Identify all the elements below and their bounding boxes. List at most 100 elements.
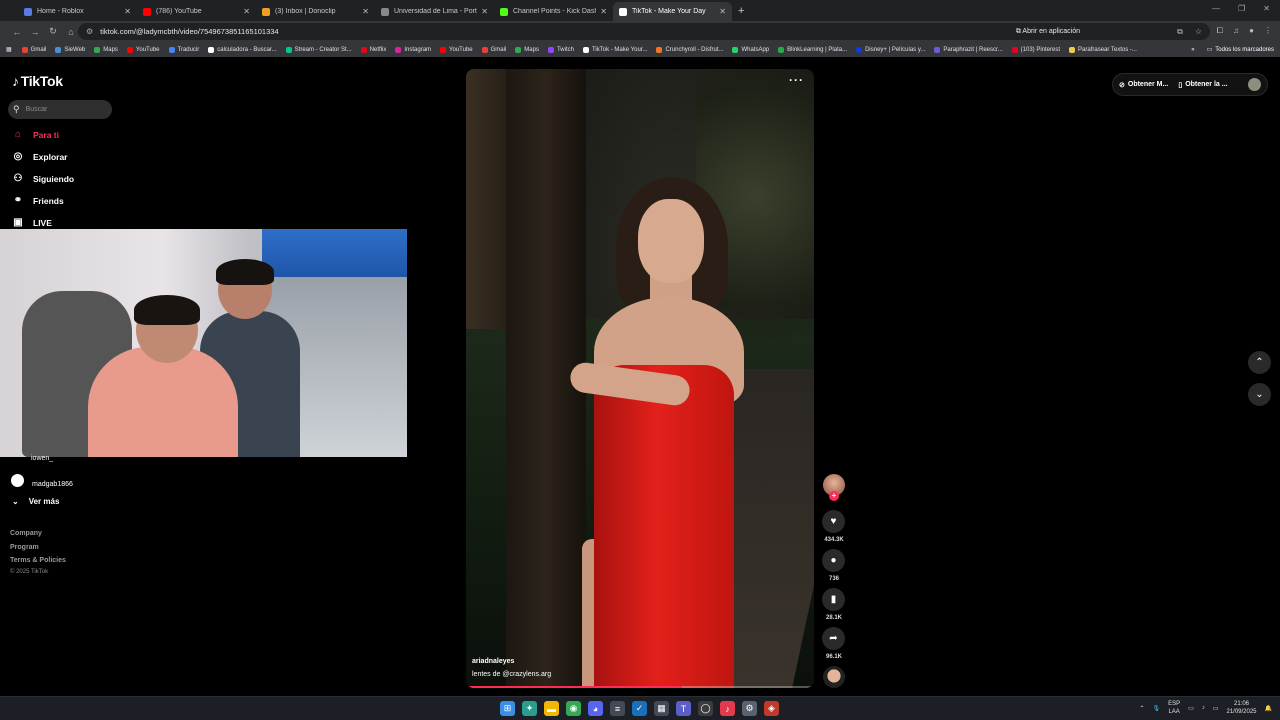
clock[interactable]: 21:06 21/09/2025 — [1226, 700, 1256, 716]
bookmark-item[interactable]: Netflix — [360, 46, 386, 53]
back-icon[interactable]: ← — [8, 27, 26, 37]
bookmark-item[interactable]: (103) Pinterest — [1011, 46, 1060, 53]
bookmark-item[interactable]: Instagram — [395, 46, 431, 53]
address-bar[interactable]: ⚙ tiktok.com/@ladymcbth/video/7549673851… — [78, 23, 1210, 40]
footer-link-company[interactable]: Company — [10, 530, 42, 537]
windows-start-icon[interactable]: ⊞ — [500, 701, 515, 716]
bookmark-item[interactable]: Twitch — [547, 46, 574, 53]
video-player[interactable]: ··· ariadnaleyes lentes de @crazylens.ar… — [466, 69, 814, 688]
share-button[interactable]: ➦ — [822, 627, 845, 650]
comment-button[interactable]: ● — [822, 549, 845, 572]
bookmark-item[interactable]: Maps — [94, 46, 118, 53]
video-progress-bar[interactable] — [466, 686, 814, 688]
reload-icon[interactable]: ↻ — [44, 26, 62, 37]
xbox-icon[interactable]: ◯ — [698, 701, 713, 716]
get-app-button[interactable]: ▯ Obtener la ... — [1178, 81, 1227, 89]
bookmark-item[interactable]: Parafrasear Textos -... — [1069, 46, 1137, 53]
browser-tab[interactable]: Home - Roblox ✕ — [18, 2, 137, 21]
translate-icon[interactable]: ⧉ — [1177, 27, 1183, 37]
save-button[interactable]: ▮ — [822, 588, 845, 611]
profile-icon[interactable]: ● — [1249, 26, 1254, 36]
more-options-icon[interactable]: ··· — [789, 73, 804, 87]
get-coins-button[interactable]: ⊘ Obtener M... — [1119, 81, 1168, 89]
tray-chevron-icon[interactable]: ⌃ — [1139, 705, 1144, 712]
sidebar-item-para-ti[interactable]: ⌂ Para ti — [11, 129, 59, 140]
app-icon[interactable]: ▦ — [654, 701, 669, 716]
site-info-icon[interactable]: ⚙ — [86, 27, 93, 36]
notifications-icon[interactable]: 🔔 — [1265, 705, 1272, 712]
avatar[interactable] — [1248, 78, 1261, 91]
new-tab-icon[interactable]: + — [738, 2, 744, 21]
teams-icon[interactable]: T — [676, 701, 691, 716]
bookmark-item[interactable]: WhatsApp — [732, 46, 769, 53]
bookmark-item[interactable]: SieWeb — [55, 46, 85, 53]
browser-tab[interactable]: TikTok - Make Your Day ✕ — [613, 2, 732, 21]
forward-icon[interactable]: → — [26, 27, 44, 37]
app-badge-icon[interactable]: ◈ — [764, 701, 779, 716]
bookmark-item[interactable]: Gmail — [21, 46, 46, 53]
apps-grid-icon[interactable]: ▦ — [6, 46, 12, 53]
extensions-icon[interactable]: ⧠ — [1217, 26, 1223, 36]
music-icon[interactable]: ♪ — [720, 701, 735, 716]
browser-tab[interactable]: (786) YouTube ✕ — [137, 2, 256, 21]
battery-icon[interactable]: ▭ — [1213, 705, 1219, 712]
sidebar-item-siguiendo[interactable]: ⚇ Siguiendo — [11, 173, 75, 184]
bookmark-item[interactable]: YouTube — [126, 46, 160, 53]
bookmark-item[interactable]: calculadora - Buscar... — [208, 46, 277, 53]
bookmark-item[interactable]: YouTube — [440, 46, 473, 53]
notes-icon[interactable]: ≡ — [610, 701, 625, 716]
browser-tab[interactable]: Channel Points - Kick Dashboard✕ — [494, 2, 613, 21]
following-item[interactable]: madgab1866 — [11, 473, 73, 488]
bookmark-item[interactable]: Traducir — [168, 46, 199, 53]
next-video-button[interactable]: ⌄ — [1248, 383, 1271, 406]
footer-link-terms[interactable]: Terms & Policies — [10, 557, 66, 564]
tab-close-icon[interactable]: ✕ — [124, 7, 131, 16]
bookmark-item[interactable]: TikTok - Make Your... — [582, 46, 647, 53]
chrome-icon[interactable]: ◉ — [566, 701, 581, 716]
tiktok-logo[interactable]: ♪ TikTok — [12, 73, 63, 89]
sidebar-item-explorar[interactable]: ◎ Explorar — [11, 151, 68, 162]
video-username[interactable]: ariadnaleyes — [472, 658, 514, 665]
steam-icon[interactable]: ✓ — [632, 701, 647, 716]
copilot-icon[interactable]: ✦ — [522, 701, 537, 716]
open-in-app-button[interactable]: ⧉ Abrir en aplicación — [1016, 28, 1080, 36]
sidebar-item-friends[interactable]: ⚭ Friends — [11, 195, 64, 206]
discord-icon[interactable]: ◕ — [588, 701, 603, 716]
bookmark-item[interactable]: Stream - Creator St... — [285, 46, 352, 53]
media-icon[interactable]: ♫ — [1233, 26, 1239, 36]
minimize-icon[interactable]: — — [1212, 4, 1220, 13]
browser-tab[interactable]: (3) Inbox | Donoclip ✕ — [256, 2, 375, 21]
browser-tab[interactable]: Universidad de Lima - Portal de ✕ — [375, 2, 494, 21]
network-icon[interactable]: ▭ — [1188, 705, 1194, 712]
tab-close-icon[interactable]: ✕ — [243, 7, 250, 16]
file-explorer-icon[interactable]: ▬ — [544, 701, 559, 716]
tab-close-icon[interactable]: ✕ — [481, 7, 488, 16]
maximize-icon[interactable]: ❐ — [1238, 4, 1245, 13]
bookmark-item[interactable]: Gmail — [481, 46, 506, 53]
tab-close-icon[interactable]: ✕ — [719, 7, 726, 16]
follow-plus-icon[interactable]: + — [829, 491, 839, 501]
language-indicator[interactable]: ESP LAA — [1168, 700, 1180, 716]
tab-close-icon[interactable]: ✕ — [362, 7, 369, 16]
bookmark-item[interactable]: BlinkLearning | Plata... — [778, 46, 847, 53]
sidebar-item-live[interactable]: ▣ LIVE — [11, 217, 52, 228]
music-disc-icon[interactable] — [823, 666, 845, 688]
following-item[interactable]: iowen_ — [11, 455, 53, 462]
bookmark-item[interactable]: Disney+ | Películas y... — [856, 46, 925, 53]
overflow-chevron-icon[interactable]: » — [1191, 47, 1194, 53]
previous-video-button[interactable]: ⌃ — [1248, 351, 1271, 374]
bookmark-star-icon[interactable]: ☆ — [1195, 27, 1202, 37]
menu-kebab-icon[interactable]: ⋮ — [1264, 26, 1272, 36]
close-window-icon[interactable]: ✕ — [1263, 4, 1270, 13]
like-button[interactable]: ♥ — [822, 510, 845, 533]
bookmark-item[interactable]: Crunchyroll - Disfrut... — [656, 46, 723, 53]
tab-close-icon[interactable]: ✕ — [600, 7, 607, 16]
search-input[interactable]: ⚲ Buscar — [8, 100, 112, 119]
all-bookmarks-button[interactable]: » ▭ Todos los marcadores — [1187, 42, 1274, 57]
footer-link-program[interactable]: Program — [10, 544, 39, 551]
settings-icon[interactable]: ⚙ — [742, 701, 757, 716]
microphone-icon[interactable]: 🎙 — [1153, 705, 1161, 712]
bookmark-item[interactable]: Maps — [515, 46, 539, 53]
see-more-button[interactable]: ⌄ Ver más — [12, 497, 59, 506]
volume-icon[interactable]: ♪ — [1202, 705, 1205, 711]
